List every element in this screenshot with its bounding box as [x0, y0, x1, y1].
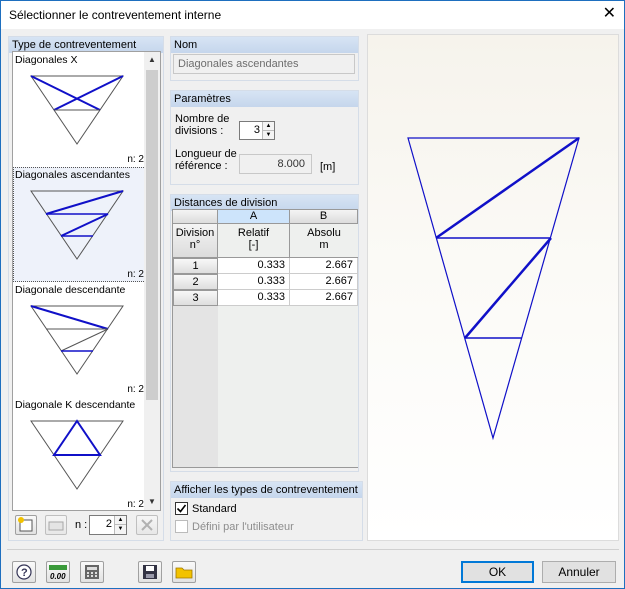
list-item-k-descending[interactable]: Diagonale K descendante n: 2 — [13, 397, 146, 510]
svg-text:?: ? — [21, 567, 28, 579]
close-icon[interactable]: ✕ — [603, 6, 616, 22]
calculator-button[interactable] — [80, 561, 104, 583]
folder-open-icon — [175, 567, 193, 579]
new-icon — [18, 517, 33, 532]
list-scrollbar[interactable]: ▲ ▼ — [144, 52, 160, 510]
ascending-diagonals-thumbnail — [30, 190, 124, 260]
units-icon: 0.00 — [49, 565, 67, 581]
table-corner — [173, 210, 218, 224]
n-stepper[interactable]: 2 ▲ ▼ — [89, 515, 127, 535]
divisions-value: 3 — [253, 124, 260, 136]
descending-diagonal-thumbnail — [30, 305, 124, 375]
params-panel-header: Paramètres — [171, 91, 358, 107]
list-item-x-diagonals[interactable]: Diagonales X n: 2 — [13, 52, 146, 167]
checkmark-icon — [176, 504, 187, 513]
new-type-button[interactable] — [15, 515, 37, 535]
bracing-preview-drawing — [407, 136, 580, 441]
column-a-unit: [-] — [248, 239, 259, 251]
save-button[interactable] — [138, 561, 162, 583]
divisions-down-icon[interactable]: ▼ — [262, 130, 274, 139]
ref-length-label-line2: référence : — [175, 160, 228, 172]
column-a-title: Relatif — [237, 227, 270, 239]
k-descending-thumbnail — [30, 419, 124, 490]
show-types-panel-header: Afficher les types de contreventement — [171, 482, 362, 498]
edit-icon — [48, 521, 64, 531]
x-diagonals-thumbnail — [30, 75, 124, 145]
column-b-unit: m — [319, 239, 329, 251]
divisions-label-line2: divisions : — [175, 125, 224, 137]
divisions-label-line1: Nombre de — [175, 113, 230, 125]
table-cell-relative[interactable]: 0.333 — [218, 274, 290, 290]
delete-type-button[interactable] — [136, 515, 158, 535]
n-up-icon[interactable]: ▲ — [114, 516, 126, 525]
table-row-header[interactable]: 2 — [173, 274, 218, 290]
help-button[interactable]: ? — [12, 561, 36, 583]
ref-length-field: 8.000 — [239, 154, 312, 174]
n-down-icon[interactable]: ▼ — [114, 525, 126, 534]
table-cell-absolute[interactable]: 2.667 — [290, 290, 358, 306]
bracing-types-list[interactable]: Diagonales X n: 2 Diagonales ascendantes… — [12, 51, 161, 511]
column-a-subheader: Relatif [-] — [218, 224, 290, 258]
open-button[interactable] — [172, 561, 196, 583]
column-b-title: Absolu — [307, 227, 341, 239]
user-defined-label: Défini par l'utilisateur — [192, 521, 294, 533]
name-panel-header: Nom — [171, 37, 358, 53]
table-cell-relative[interactable]: 0.333 — [218, 290, 290, 306]
ref-length-label-line1: Longueur de — [175, 148, 237, 160]
list-item-count: n: 2 — [127, 384, 144, 395]
edit-type-button[interactable] — [45, 515, 67, 535]
standard-label: Standard — [192, 503, 237, 515]
scroll-down-icon[interactable]: ▼ — [144, 494, 160, 510]
n-label: n : — [75, 519, 88, 531]
row-header-label: Division n° — [173, 224, 218, 258]
user-defined-checkbox[interactable] — [175, 520, 188, 533]
name-field[interactable]: Diagonales ascendantes — [173, 54, 355, 74]
division-table: A B Division n° Relatif [-] Absolu m 1 0… — [172, 209, 358, 468]
row-header-line2: n° — [189, 239, 201, 251]
column-b-subheader: Absolu m — [290, 224, 358, 258]
window-title: Sélectionner le contreventement interne — [9, 8, 222, 22]
list-item-ascending-diagonals[interactable]: Diagonales ascendantes n: 2 — [13, 167, 146, 282]
list-item-count: n: 2 — [127, 154, 144, 165]
list-item-descending-diagonal[interactable]: Diagonale descendante n: 2 — [13, 282, 146, 397]
table-cell-relative[interactable]: 0.333 — [218, 258, 290, 274]
standard-checkbox[interactable] — [175, 502, 188, 515]
list-item-count: n: 2 — [127, 499, 144, 510]
svg-text:0.00: 0.00 — [50, 572, 66, 581]
table-cell-absolute[interactable]: 2.667 — [290, 258, 358, 274]
dialog-window: Sélectionner le contreventement interne … — [0, 0, 625, 589]
divisions-up-icon[interactable]: ▲ — [262, 122, 274, 131]
list-item-count: n: 2 — [127, 269, 144, 280]
delete-icon — [141, 519, 153, 531]
column-a-header[interactable]: A — [218, 210, 290, 224]
save-icon — [143, 565, 157, 579]
scroll-up-icon[interactable]: ▲ — [144, 52, 160, 68]
table-row-header[interactable]: 1 — [173, 258, 218, 274]
ok-button[interactable]: OK — [461, 561, 534, 583]
list-item-label: Diagonales ascendantes — [15, 169, 130, 181]
ref-length-unit: [m] — [320, 161, 336, 173]
calculator-icon — [85, 565, 99, 579]
row-header-line1: Division — [175, 227, 215, 239]
cancel-button[interactable]: Annuler — [542, 561, 616, 583]
title-bar: Sélectionner le contreventement interne … — [1, 1, 624, 29]
list-item-label: Diagonale K descendante — [15, 399, 136, 411]
n-value: 2 — [105, 518, 112, 530]
table-cell-absolute[interactable]: 2.667 — [290, 274, 358, 290]
scrollbar-thumb[interactable] — [146, 70, 158, 400]
table-row-header[interactable]: 3 — [173, 290, 218, 306]
footer-separator — [7, 549, 619, 550]
bracing-preview — [367, 34, 619, 541]
divisions-stepper[interactable]: 3 ▲ ▼ — [239, 121, 275, 140]
column-b-header[interactable]: B — [290, 210, 358, 224]
list-item-label: Diagonale descendante — [15, 284, 126, 296]
help-icon: ? — [16, 564, 32, 580]
list-item-label: Diagonales X — [15, 54, 78, 66]
units-button[interactable]: 0.00 — [46, 561, 70, 583]
